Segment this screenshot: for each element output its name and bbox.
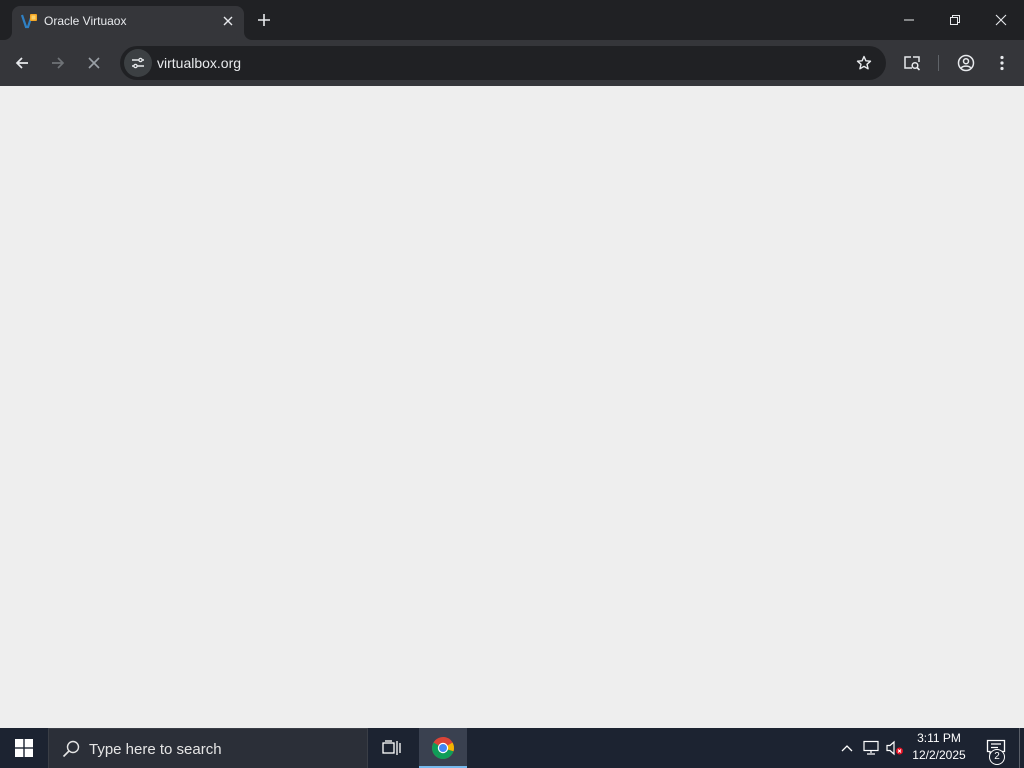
windows-logo-icon — [15, 739, 33, 757]
tab-close-icon[interactable] — [218, 11, 238, 31]
clock-date: 12/2/2025 — [912, 748, 966, 762]
address-bar[interactable]: virtualbox.org — [120, 46, 886, 80]
taskbar-search-box[interactable]: Type here to search — [48, 728, 368, 768]
close-window-button[interactable] — [978, 0, 1024, 40]
show-desktop-button[interactable] — [1019, 728, 1024, 768]
bookmark-button[interactable] — [850, 49, 878, 77]
volume-muted-icon — [886, 740, 903, 756]
arrow-right-icon — [52, 57, 65, 69]
task-view-button[interactable] — [368, 728, 416, 768]
minimize-button[interactable] — [886, 0, 932, 40]
search-icon — [61, 739, 81, 759]
system-clock[interactable]: 3:11 PM 12/2/2025 — [906, 730, 972, 766]
chrome-icon — [432, 737, 454, 760]
start-button[interactable] — [0, 728, 48, 768]
stop-loading-button[interactable] — [78, 47, 110, 79]
account-circle-icon — [957, 54, 975, 72]
tab-strip: Oracle Virtuaox — [0, 0, 1024, 40]
browser-toolbar: virtualbox.org — [0, 40, 1024, 86]
search-page-button[interactable] — [896, 47, 928, 79]
tab-title: Oracle Virtuaox — [44, 14, 127, 28]
close-icon — [995, 14, 1007, 26]
new-tab-button[interactable] — [252, 8, 276, 32]
volume-tray-button[interactable] — [884, 738, 906, 758]
arrow-left-icon — [15, 57, 28, 69]
site-info-button[interactable] — [124, 49, 152, 77]
x-icon — [88, 57, 100, 69]
star-icon — [856, 55, 872, 70]
profile-button[interactable] — [950, 47, 982, 79]
page-content — [0, 86, 1024, 728]
network-tray-button[interactable] — [860, 738, 882, 758]
toolbar-divider — [938, 55, 939, 71]
show-hidden-icons-button[interactable] — [838, 738, 856, 758]
task-view-icon — [382, 740, 401, 755]
forward-button[interactable] — [42, 47, 74, 79]
url-text[interactable]: virtualbox.org — [157, 55, 241, 71]
virtualbox-icon — [20, 12, 38, 30]
chevron-up-icon — [841, 745, 853, 752]
search-page-icon — [904, 56, 921, 71]
back-button[interactable] — [6, 47, 38, 79]
restore-icon — [950, 15, 960, 25]
dots-vertical-icon — [1000, 55, 1004, 71]
tune-icon — [132, 57, 144, 69]
notification-count-badge: 2 — [989, 749, 1005, 765]
minimize-icon — [904, 19, 914, 21]
taskbar: Type here to search 3:11 PM 12/2/2025 2 — [0, 728, 1024, 768]
network-icon — [863, 740, 879, 755]
clock-time: 3:11 PM — [917, 731, 961, 745]
restore-button[interactable] — [932, 0, 978, 40]
chrome-taskbar-button[interactable] — [419, 728, 467, 768]
search-placeholder: Type here to search — [89, 741, 222, 758]
plus-icon — [258, 14, 270, 26]
browser-menu-button[interactable] — [986, 47, 1018, 79]
tab-oracle-virtualbox[interactable]: Oracle Virtuaox — [12, 6, 244, 40]
